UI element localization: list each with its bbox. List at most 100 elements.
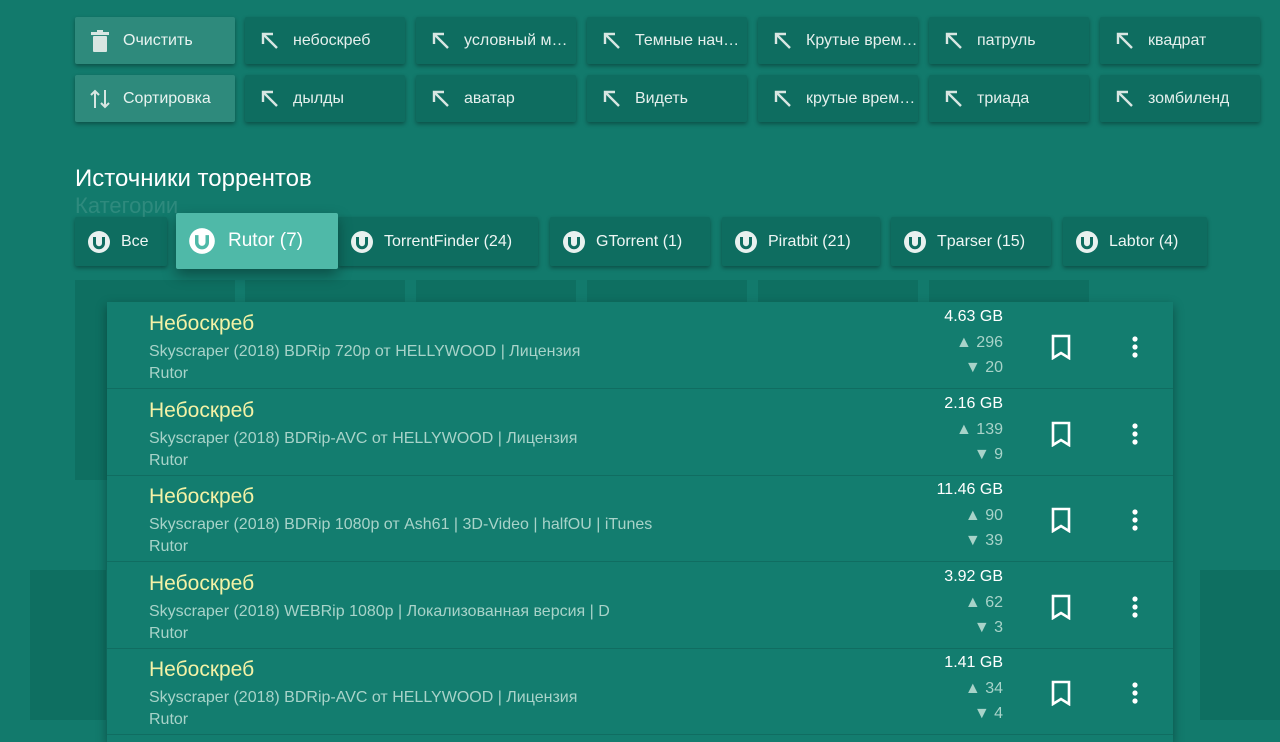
- result-peers: ▼ 9: [973, 445, 1003, 463]
- history-chip-row2-3[interactable]: Видеть: [587, 75, 747, 122]
- bookmark-icon[interactable]: [1050, 507, 1072, 534]
- utorrent-icon: [188, 227, 216, 255]
- history-chip-row2-4[interactable]: крутые врем…: [758, 75, 918, 122]
- sort-icon: [89, 88, 111, 110]
- result-title: Небоскреб: [149, 485, 255, 508]
- history-chip-label: зомбиленд: [1148, 89, 1230, 107]
- source-tab-label: GTorrent (1): [596, 232, 683, 250]
- results-list: Небоскреб Skyscraper (2018) BDRip 720p от…: [107, 302, 1173, 742]
- source-tab-5[interactable]: Piratbit (21): [722, 217, 880, 266]
- result-description: Skyscraper (2018) WEBRip 1080p | Локализ…: [149, 602, 610, 620]
- utorrent-icon: [87, 230, 111, 254]
- arrow-up-left-icon: [943, 30, 965, 52]
- result-size: 1.41 GB: [944, 654, 1003, 671]
- result-size: 2.16 GB: [944, 394, 1003, 412]
- bookmark-icon[interactable]: [1050, 334, 1072, 361]
- trash-icon: [89, 29, 111, 52]
- history-chip-label: аватар: [464, 89, 515, 107]
- result-source: Rutor: [149, 451, 189, 469]
- result-source: Rutor: [149, 538, 189, 555]
- arrow-up-left-icon: [601, 30, 623, 52]
- result-seeds: ▲ 34: [964, 680, 1003, 697]
- result-title: Небоскреб: [149, 658, 255, 681]
- source-tab-label: Rutor (7): [228, 230, 303, 251]
- result-seeds: ▲ 62: [964, 593, 1003, 611]
- source-tab-label: Tparser (15): [937, 232, 1026, 250]
- history-chip-row1-1[interactable]: небоскреб: [245, 17, 405, 64]
- result-source: Rutor: [149, 711, 189, 728]
- history-chip-row1-3[interactable]: Темные нача…: [587, 17, 747, 64]
- history-chip-row1-4[interactable]: Крутые врем…: [758, 17, 918, 64]
- arrow-up-left-icon: [1114, 30, 1136, 52]
- result-seeds: ▲ 139: [956, 420, 1003, 438]
- history-chip-row2-5[interactable]: триада: [929, 75, 1089, 122]
- history-chip-label: Видеть: [635, 89, 688, 107]
- history-chip-label: дылды: [293, 89, 345, 107]
- result-source: Rutor: [149, 365, 189, 382]
- bookmark-icon[interactable]: [1050, 594, 1072, 620]
- source-tab-label: TorrentFinder (24): [384, 232, 513, 250]
- clear-history-label: Очистить: [123, 31, 193, 49]
- source-tab-1[interactable]: Все: [75, 217, 167, 266]
- more-options-icon[interactable]: [1127, 681, 1143, 705]
- utorrent-icon: [562, 230, 586, 254]
- bookmark-icon[interactable]: [1050, 421, 1072, 447]
- utorrent-icon: [903, 230, 927, 254]
- result-peers: ▼ 4: [973, 705, 1003, 722]
- more-options-icon[interactable]: [1127, 422, 1143, 446]
- history-chip-row1-2[interactable]: условный ме…: [416, 17, 576, 64]
- arrow-up-left-icon: [772, 30, 794, 52]
- result-seeds: ▲ 296: [956, 334, 1003, 351]
- result-peers: ▼ 39: [964, 532, 1003, 549]
- history-chip-label: небоскреб: [293, 31, 371, 49]
- result-source: Rutor: [149, 624, 189, 642]
- arrow-up-left-icon: [430, 88, 452, 110]
- torrent-sources-title: Источники торрентов: [75, 165, 312, 192]
- result-description: Skyscraper (2018) BDRip-AVC от HELLYWOOD…: [149, 429, 578, 447]
- result-row[interactable]: Небоскреб Skyscraper (2018) WEBRip 1080p …: [107, 562, 1173, 649]
- arrow-up-left-icon: [259, 88, 281, 110]
- result-description: Skyscraper (2018) BDRip-AVC от HELLYWOOD…: [149, 689, 578, 706]
- more-options-icon[interactable]: [1127, 595, 1143, 619]
- more-options-icon[interactable]: [1127, 335, 1143, 359]
- source-tab-7[interactable]: Labtor (4): [1063, 217, 1207, 266]
- sort-history-label: Сортировка: [123, 89, 211, 107]
- result-size: 11.46 GB: [936, 481, 1003, 498]
- result-description: Skyscraper (2018) BDRip 720p от HELLYWOO…: [149, 343, 581, 360]
- arrow-up-left-icon: [601, 88, 623, 110]
- source-tab-label: Все: [121, 232, 149, 250]
- history-chip-label: квадрат: [1148, 31, 1207, 49]
- result-row[interactable]: Небоскреб Skyscraper (2018) BDRip 720p от…: [107, 302, 1173, 389]
- clear-history-button[interactable]: Очистить: [75, 17, 235, 64]
- more-options-icon[interactable]: [1127, 508, 1143, 532]
- result-size: 3.92 GB: [944, 567, 1003, 585]
- history-chip-row1-6[interactable]: квадрат: [1100, 17, 1260, 64]
- history-chip-row2-1[interactable]: дылды: [245, 75, 405, 122]
- history-chip-row2-2[interactable]: аватар: [416, 75, 576, 122]
- history-chip-label: крутые врем…: [806, 89, 916, 107]
- source-tab-label: Piratbit (21): [768, 232, 851, 250]
- result-row[interactable]: Небоскреб Skyscraper (2018) BDRip-AVC от …: [107, 648, 1173, 735]
- result-seeds: ▲ 90: [964, 507, 1003, 524]
- source-tab-2[interactable]: Rutor (7): [176, 213, 338, 269]
- utorrent-icon: [350, 230, 374, 254]
- utorrent-icon: [1075, 230, 1099, 254]
- result-row[interactable]: Небоскреб Skyscraper (2018) BDRip 1080p о…: [107, 475, 1173, 562]
- categories-ghost-label: Категории: [75, 193, 179, 218]
- utorrent-icon: [734, 230, 758, 254]
- history-chip-row1-5[interactable]: патруль: [929, 17, 1089, 64]
- sort-history-button[interactable]: Сортировка: [75, 75, 235, 122]
- source-tab-4[interactable]: GTorrent (1): [550, 217, 710, 266]
- result-description: Skyscraper (2018) BDRip 1080p от Ash61 |…: [149, 516, 653, 533]
- history-chip-label: Крутые врем…: [806, 31, 918, 49]
- source-tab-6[interactable]: Tparser (15): [891, 217, 1051, 266]
- arrow-up-left-icon: [772, 88, 794, 110]
- bookmark-icon[interactable]: [1050, 680, 1072, 707]
- arrow-up-left-icon: [1114, 88, 1136, 110]
- source-tab-3[interactable]: TorrentFinder (24): [338, 217, 538, 266]
- result-row[interactable]: Небоскреб Skyscraper (2018) BDRip-AVC от …: [107, 389, 1173, 476]
- arrow-up-left-icon: [943, 88, 965, 110]
- history-chip-label: Темные нача…: [635, 31, 747, 49]
- history-chip-row2-6[interactable]: зомбиленд: [1100, 75, 1260, 122]
- arrow-up-left-icon: [430, 30, 452, 52]
